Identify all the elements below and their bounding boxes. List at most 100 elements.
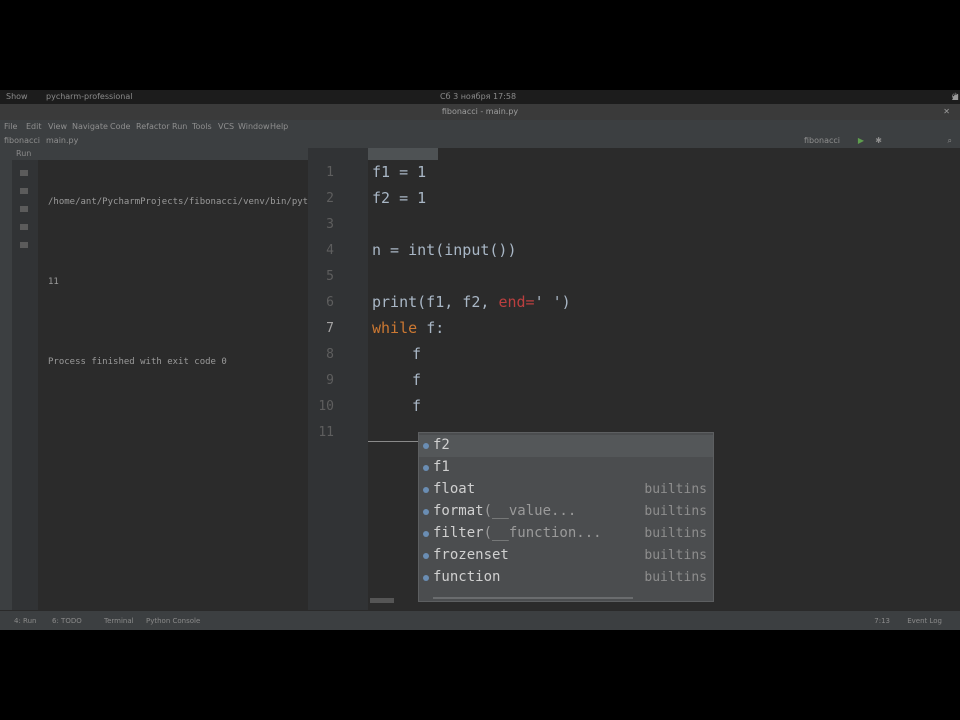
line-number: 8 xyxy=(326,347,334,362)
menu-bar: File Edit View Navigate Code Refactor Ru… xyxy=(0,120,960,134)
tool-tab-run[interactable]: 4: Run xyxy=(14,611,36,630)
navigation-bar: fibonacci main.py fibonacci ▶ ✱ ⌕ xyxy=(0,134,960,149)
caret-position[interactable]: 7:13 xyxy=(874,611,890,630)
power-icon[interactable]: ⏻ xyxy=(952,90,958,104)
line-number: 9 xyxy=(326,373,334,388)
class-icon xyxy=(423,487,429,493)
completion-name: filter xyxy=(433,525,484,541)
variable-icon xyxy=(423,465,429,471)
completion-name: format xyxy=(433,503,484,519)
editor-tab[interactable] xyxy=(368,148,438,160)
completion-item[interactable]: f2 xyxy=(419,435,713,457)
run-output-line: 11 xyxy=(48,277,59,287)
code-line-6: print(f1, f2, end=' ') xyxy=(372,293,571,311)
run-toolbar xyxy=(12,160,38,610)
completion-type: builtins xyxy=(644,570,707,585)
line-number: 5 xyxy=(326,269,334,284)
menu-help[interactable]: Help xyxy=(270,120,288,134)
system-top-bar: Show pycharm-professional Сб 3 ноября 17… xyxy=(0,90,960,104)
search-icon[interactable]: ⌕ xyxy=(948,134,952,148)
run-panel-tab[interactable]: Run xyxy=(12,148,308,160)
completion-item[interactable]: float builtins xyxy=(419,479,713,501)
completion-item[interactable]: f1 xyxy=(419,457,713,479)
menu-navigate[interactable]: Navigate xyxy=(72,120,108,134)
run-output-line: /home/ant/PycharmProjects/fibonacci/venv… xyxy=(48,197,325,207)
menu-window[interactable]: Window xyxy=(238,120,270,134)
run-output: /home/ant/PycharmProjects/fibonacci/venv… xyxy=(48,162,324,402)
menu-view[interactable]: View xyxy=(48,120,67,134)
completion-name-with-hint: format(__value... xyxy=(433,503,576,519)
class-icon xyxy=(423,531,429,537)
tool-tab-python-console[interactable]: Python Console xyxy=(146,611,200,630)
code-line-4: n = int(input()) xyxy=(372,241,517,259)
print-icon[interactable] xyxy=(20,224,28,230)
completion-item[interactable]: format(__value... builtins xyxy=(419,501,713,523)
completion-hint: (__function... xyxy=(483,525,602,541)
menu-run[interactable]: Run xyxy=(172,120,187,134)
code-line-7: while f: xyxy=(372,319,444,337)
line-number: 11 xyxy=(318,425,334,440)
code-line-2: f2 = 1 xyxy=(372,189,427,207)
code-line-1: f1 = 1 xyxy=(372,163,427,181)
breadcrumb-file[interactable]: main.py xyxy=(46,134,78,148)
menu-vcs[interactable]: VCS xyxy=(218,120,234,134)
scroll-to-end-icon[interactable] xyxy=(20,206,28,212)
code-text: f: xyxy=(426,319,445,337)
completion-type: builtins xyxy=(644,548,707,563)
code-text: n = xyxy=(372,241,409,259)
debug-icon[interactable]: ✱ xyxy=(875,134,882,148)
line-number: 4 xyxy=(326,243,334,258)
code-line-8: f xyxy=(412,345,422,363)
tool-tab-todo[interactable]: 6: TODO xyxy=(52,611,82,630)
completion-name-with-hint: filter(__function... xyxy=(433,525,602,541)
close-window-icon[interactable]: ✕ xyxy=(943,104,950,120)
event-log-button[interactable]: Event Log xyxy=(907,611,942,630)
rerun-icon[interactable] xyxy=(20,170,28,176)
line-number: 1 xyxy=(326,165,334,180)
class-icon xyxy=(423,553,429,559)
screen: Show pycharm-professional Сб 3 ноября 17… xyxy=(0,90,960,630)
completion-footer xyxy=(433,597,633,599)
completion-item[interactable]: function builtins xyxy=(419,567,713,589)
completion-name: f2 xyxy=(433,437,450,453)
run-icon[interactable]: ▶ xyxy=(858,134,864,148)
stop-icon[interactable] xyxy=(20,188,28,194)
code-call: int(input()) xyxy=(408,241,517,259)
menu-tools[interactable]: Tools xyxy=(192,120,212,134)
code-line-9: f xyxy=(412,371,422,389)
completion-item[interactable]: frozenset builtins xyxy=(419,545,713,567)
code-keyword-arg: end= xyxy=(498,293,535,311)
menu-file[interactable]: File xyxy=(4,120,17,134)
breadcrumb-project[interactable]: fibonacci xyxy=(4,134,40,148)
line-number: 3 xyxy=(326,217,334,232)
code-line-10: f xyxy=(412,397,422,415)
app-menu[interactable]: pycharm-professional xyxy=(46,90,132,104)
menu-edit[interactable]: Edit xyxy=(26,120,42,134)
line-number-active: 7 xyxy=(326,321,334,336)
code-text: ' ') xyxy=(534,293,571,311)
completion-name: frozenset xyxy=(433,547,509,563)
menu-refactor[interactable]: Refactor xyxy=(136,120,170,134)
window-titlebar: fibonacci - main.py ✕ xyxy=(0,104,960,120)
completion-item[interactable]: filter(__function... builtins xyxy=(419,523,713,545)
run-output-line: Process finished with exit code 0 xyxy=(48,357,227,367)
menu-code[interactable]: Code xyxy=(110,120,130,134)
completion-name: f1 xyxy=(433,459,450,475)
completion-hint: (__value... xyxy=(483,503,577,519)
completion-type: builtins xyxy=(644,526,707,541)
class-icon xyxy=(423,575,429,581)
activities-button[interactable]: Show xyxy=(6,90,28,104)
line-number: 2 xyxy=(326,191,334,206)
completion-name: float xyxy=(433,481,476,497)
fold-marker xyxy=(368,441,418,442)
clock[interactable]: Сб 3 ноября 17:58 xyxy=(440,90,516,104)
run-config-select[interactable]: fibonacci xyxy=(804,134,840,148)
code-text: print(f1, f2, xyxy=(372,293,499,311)
tool-tab-terminal[interactable]: Terminal xyxy=(104,611,134,630)
status-bar: 4: Run 6: TODO Terminal Python Console E… xyxy=(0,610,960,630)
line-number: 10 xyxy=(318,399,334,414)
trash-icon[interactable] xyxy=(20,242,28,248)
window-title: fibonacci - main.py xyxy=(441,107,519,116)
horizontal-scroll-indicator[interactable] xyxy=(370,598,394,603)
completion-type: builtins xyxy=(644,504,707,519)
